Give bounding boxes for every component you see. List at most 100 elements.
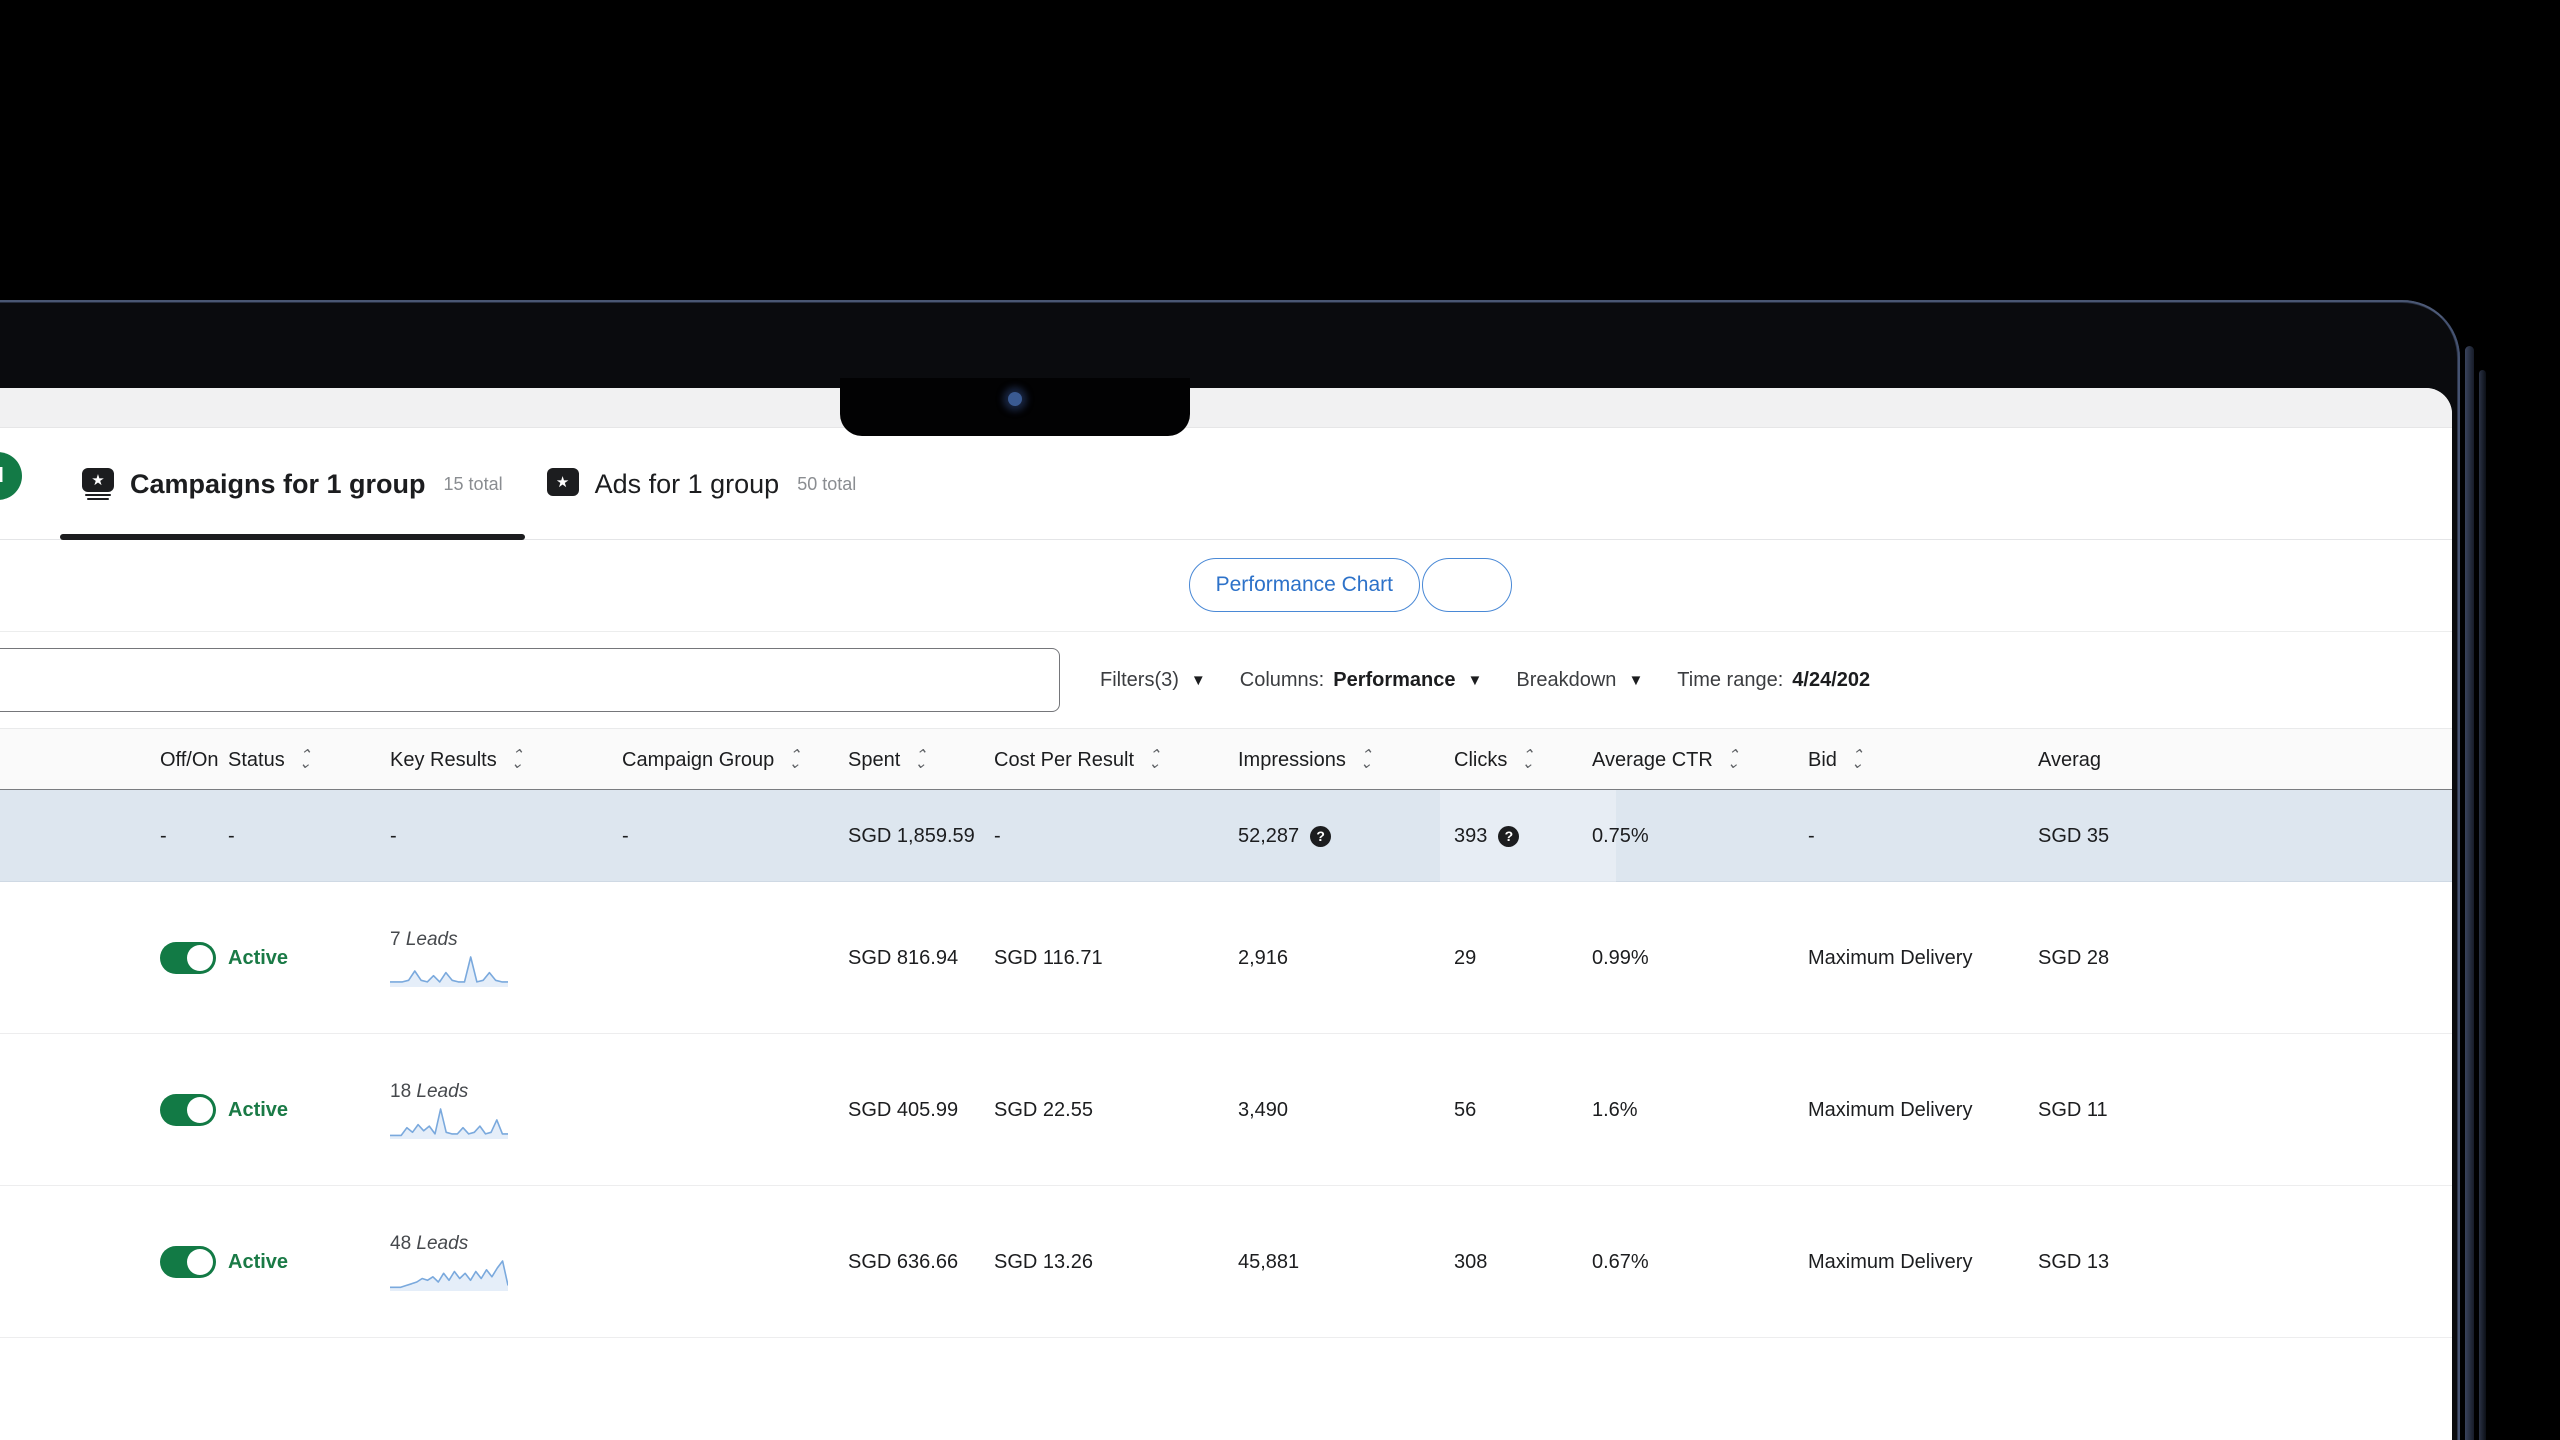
summary-spent: SGD 1,859.59 (848, 824, 975, 847)
table-header: Off/On Status Key Results Campaign Group… (0, 728, 2452, 790)
help-icon[interactable]: ? (1498, 825, 1520, 847)
tab-campaigns-count: 15 total (443, 473, 503, 494)
column-header-key-results[interactable]: Key Results (390, 729, 525, 791)
sort-icon[interactable] (914, 746, 928, 772)
row-off-on-toggle[interactable] (160, 942, 216, 974)
chevron-down-icon: ▼ (1190, 671, 1206, 689)
key-results-sparkline (390, 1257, 508, 1291)
table-row[interactable]: ontentActive48 LeadsSGD 636.66SGD 13.264… (0, 1186, 2452, 1338)
row-impressions: 3,490 (1238, 1098, 1289, 1121)
row-spent: SGD 405.99 (848, 1098, 959, 1121)
row-key-results: 7 Leads (390, 882, 508, 1034)
column-header-off-on[interactable]: Off/On (160, 729, 219, 791)
browser-top-strip (0, 388, 2452, 428)
column-header-spent[interactable]: Spent (848, 729, 928, 791)
column-label: Bid (1808, 748, 1837, 771)
sort-icon[interactable] (1851, 746, 1865, 772)
time-range-value: 4/24/202 (1792, 668, 1871, 691)
column-label: Off/On (160, 748, 219, 771)
column-label: Spent (848, 748, 901, 771)
row-average: SGD 28 (2038, 946, 2110, 969)
column-label: Campaign Group (622, 748, 775, 771)
screen-content: elected ★ Campaigns for 1 group 15 total… (0, 388, 2452, 1440)
column-label: Averag (2038, 748, 2102, 771)
columns-dropdown[interactable]: Columns: Performance ▼ (1240, 669, 1483, 692)
sort-icon[interactable] (1521, 746, 1535, 772)
column-header-clicks[interactable]: Clicks (1454, 729, 1535, 791)
summary-average: SGD 35 (2038, 824, 2110, 847)
row-clicks: 308 (1454, 1250, 1488, 1273)
row-average-ctr: 0.99% (1592, 946, 1649, 969)
sort-icon[interactable] (511, 746, 525, 772)
row-cost-per-result: SGD 13.26 (994, 1250, 1093, 1273)
tab-bar: elected ★ Campaigns for 1 group 15 total… (0, 428, 2452, 540)
row-average: SGD 11 (2038, 1098, 2108, 1121)
row-off-on-toggle[interactable] (160, 1246, 216, 1278)
sort-icon[interactable] (1360, 746, 1374, 772)
filter-row: Filters(3) ▼ Columns: Performance ▼ Brea… (0, 632, 2452, 728)
toggle-knob (187, 1249, 213, 1275)
screenshot-stage: elected ★ Campaigns for 1 group 15 total… (0, 0, 2560, 1440)
sort-icon[interactable] (788, 746, 802, 772)
row-average-ctr: 1.6% (1592, 1098, 1638, 1121)
row-cost-per-result: SGD 116.71 (994, 946, 1103, 969)
column-label: Impressions (1238, 748, 1346, 771)
key-results-sparkline (390, 1105, 508, 1139)
summary-impressions-value: 52,287 (1238, 824, 1300, 847)
row-cost-per-result: SGD 22.55 (994, 1098, 1093, 1121)
tab-ads[interactable]: ★ Ads for 1 group 50 total (525, 428, 879, 540)
performance-chart-button[interactable]: Performance Chart (1188, 558, 1420, 612)
key-results-label: 48 Leads (390, 1233, 469, 1254)
sort-icon[interactable] (1727, 746, 1741, 772)
column-header-impressions[interactable]: Impressions (1238, 729, 1374, 791)
time-range-label: Time range: (1677, 668, 1784, 691)
key-results-label: 18 Leads (390, 1081, 469, 1102)
key-results-label: 7 Leads (390, 929, 458, 950)
column-header-average[interactable]: Averag (2038, 729, 2101, 791)
row-status: Active (228, 1250, 289, 1273)
table-summary-row: - - - - SGD 1,859.59 - 52,287 ? 393 ? 0.… (0, 790, 2452, 882)
secondary-chart-button[interactable] (1422, 558, 1512, 612)
filters-label: Filters(3) (1100, 668, 1179, 691)
selection-pill[interactable]: elected (0, 452, 22, 500)
webcam-notch (840, 378, 1190, 436)
summary-clicks-value: 393 (1454, 824, 1488, 847)
column-label: Status (228, 748, 285, 771)
search-input[interactable] (0, 648, 1060, 712)
summary-impressions: 52,287 ? (1238, 790, 1332, 882)
table-row[interactable]: ontentActive7 LeadsSGD 816.94SGD 116.712… (0, 882, 2452, 1034)
column-label: Cost Per Result (994, 748, 1135, 771)
row-clicks: 56 (1454, 1098, 1477, 1121)
column-header-campaign-group[interactable]: Campaign Group (622, 729, 802, 791)
column-header-bid[interactable]: Bid (1808, 729, 1865, 791)
row-toggle-cell (160, 1186, 216, 1338)
row-average: SGD 13 (2038, 1250, 2110, 1273)
time-range-control[interactable]: Time range: 4/24/202 (1677, 669, 1870, 692)
row-status: Active (228, 1098, 289, 1121)
filter-controls: Filters(3) ▼ Columns: Performance ▼ Brea… (1100, 648, 1904, 712)
sort-icon[interactable] (1148, 746, 1162, 772)
row-toggle-cell (160, 882, 216, 1034)
tab-ads-label: Ads for 1 group (594, 468, 780, 499)
row-off-on-toggle[interactable] (160, 1094, 216, 1126)
column-header-cost-per-result[interactable]: Cost Per Result (994, 729, 1162, 791)
column-header-status[interactable]: Status (228, 729, 313, 791)
column-header-average-ctr[interactable]: Average CTR (1592, 729, 1741, 791)
table-row[interactable]: ontentActive18 LeadsSGD 405.99SGD 22.553… (0, 1034, 2452, 1186)
row-bid: Maximum Delivery (1808, 1098, 1973, 1121)
row-clicks: 29 (1454, 946, 1477, 969)
filters-dropdown[interactable]: Filters(3) ▼ (1100, 669, 1206, 692)
summary-off-on: - (160, 824, 167, 847)
row-key-results: 48 Leads (390, 1186, 508, 1338)
tab-campaigns[interactable]: ★ Campaigns for 1 group 15 total (60, 428, 525, 540)
sort-icon[interactable] (299, 746, 313, 772)
performance-chart-label: Performance Chart (1215, 573, 1393, 596)
summary-cost-per-result: - (994, 824, 1001, 847)
summary-bid: - (1808, 824, 1815, 847)
column-label: Clicks (1454, 748, 1508, 771)
help-icon[interactable]: ? (1310, 825, 1332, 847)
breakdown-dropdown[interactable]: Breakdown ▼ (1516, 669, 1643, 692)
tab-ads-count: 50 total (797, 473, 857, 494)
campaign-stack-icon: ★ (82, 468, 114, 500)
summary-key-results: - (390, 824, 397, 847)
